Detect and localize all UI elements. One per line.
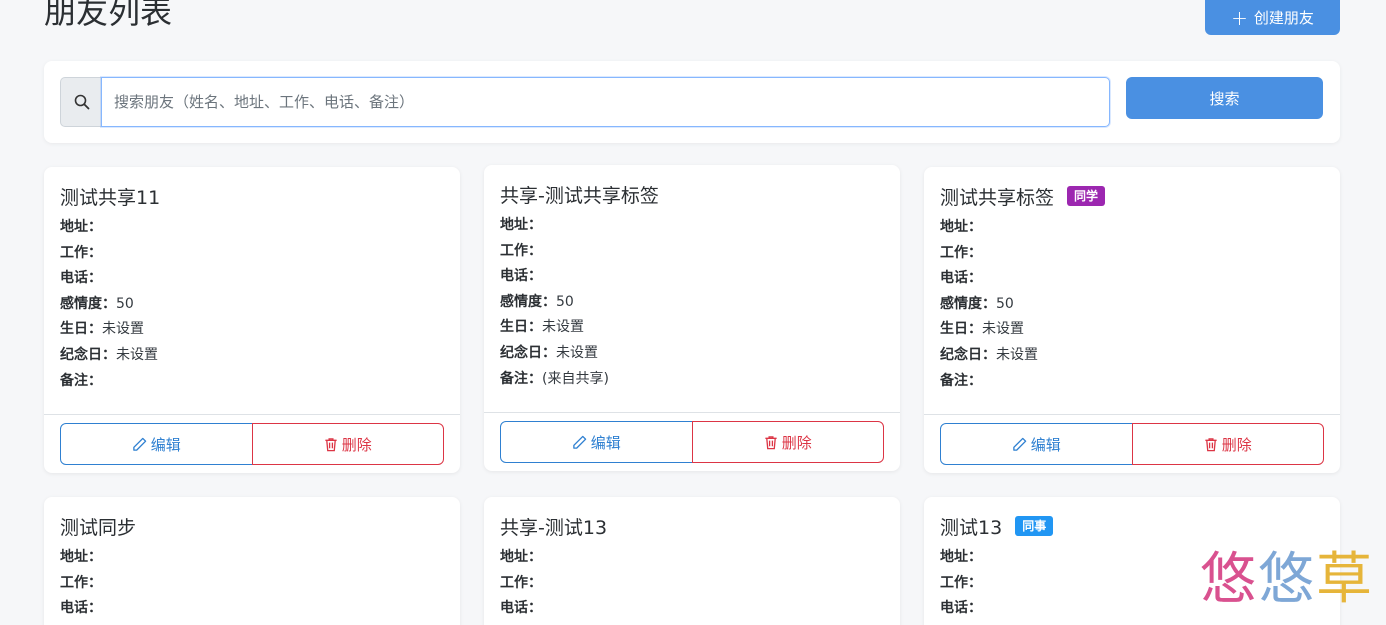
tag-badge: 同学 bbox=[1067, 185, 1106, 207]
watermark-logo: 悠悠草 bbox=[1200, 547, 1374, 612]
field-job: 工作： bbox=[500, 242, 542, 259]
field-anniversary: 纪念日：未设置 bbox=[500, 344, 598, 361]
create-friend-button[interactable]: + 创建朋友 bbox=[1205, 0, 1340, 35]
card-footer: 编辑 删除 bbox=[44, 414, 460, 473]
friend-name: 测试同步 bbox=[60, 516, 137, 539]
search-input[interactable] bbox=[101, 77, 1110, 127]
edit-button[interactable]: 编辑 bbox=[60, 423, 253, 465]
delete-button[interactable]: 删除 bbox=[251, 423, 444, 465]
field-affinity: 感情度：50 bbox=[500, 293, 574, 310]
field-phone: 电话： bbox=[500, 268, 542, 285]
card-footer: 编辑 删除 bbox=[924, 414, 1340, 473]
friend-card: 共享-测试共享标签 地址： 工作： 电话： 感情度：50 生日：未设置 纪念日：… bbox=[484, 165, 900, 471]
friend-card: 测试同步 地址： 工作： 电话： bbox=[44, 497, 460, 625]
friend-name: 测试共享标签 bbox=[940, 186, 1055, 209]
create-friend-label: 创建朋友 bbox=[1253, 9, 1314, 27]
trash-icon bbox=[765, 435, 777, 449]
search-button[interactable]: 搜索 bbox=[1126, 77, 1323, 119]
field-affinity: 感情度：50 bbox=[60, 295, 134, 312]
friend-name: 测试共享11 bbox=[60, 186, 161, 209]
field-notes: 备注：(来自共享) bbox=[500, 370, 609, 387]
edit-button[interactable]: 编辑 bbox=[500, 421, 693, 463]
friend-card: 共享-测试13 地址： 工作： 电话： bbox=[484, 497, 900, 625]
field-birthday: 生日：未设置 bbox=[60, 321, 144, 338]
field-job: 工作： bbox=[60, 244, 102, 261]
field-job: 工作： bbox=[60, 574, 102, 591]
field-birthday: 生日：未设置 bbox=[940, 321, 1024, 338]
pencil-icon bbox=[132, 437, 146, 451]
edit-button[interactable]: 编辑 bbox=[940, 423, 1133, 465]
friend-name: 共享-测试13 bbox=[500, 516, 608, 539]
field-address: 地址： bbox=[60, 549, 102, 565]
page: 朋友列表 + 创建朋友 搜索 测试共享11 地址： 工作： 电话： 感情度：50… bbox=[0, 0, 1386, 625]
friend-card: 测试共享11 地址： 工作： 电话： 感情度：50 生日：未设置 纪念日：未设置… bbox=[44, 167, 460, 473]
plus-icon: + bbox=[1231, 5, 1248, 30]
friend-name: 共享-测试共享标签 bbox=[500, 184, 659, 207]
tag-badge: 同事 bbox=[1015, 515, 1054, 537]
friend-card: 测试共享标签 同学 地址： 工作： 电话： 感情度：50 生日：未设置 纪念日：… bbox=[924, 167, 1340, 473]
field-address: 地址： bbox=[500, 217, 542, 233]
field-phone: 电话： bbox=[60, 270, 102, 287]
search-icon bbox=[60, 77, 102, 127]
field-address: 地址： bbox=[60, 219, 102, 235]
field-birthday: 生日：未设置 bbox=[500, 319, 584, 336]
field-job: 工作： bbox=[940, 244, 982, 261]
field-affinity: 感情度：50 bbox=[940, 295, 1014, 312]
field-notes: 备注： bbox=[60, 372, 102, 389]
page-title: 朋友列表 bbox=[44, 0, 173, 31]
trash-icon bbox=[325, 437, 337, 451]
pencil-icon bbox=[572, 435, 586, 449]
pencil-icon bbox=[1012, 437, 1026, 451]
field-anniversary: 纪念日：未设置 bbox=[940, 346, 1038, 363]
trash-icon bbox=[1205, 437, 1217, 451]
field-phone: 电话： bbox=[60, 600, 102, 617]
field-address: 地址： bbox=[940, 219, 982, 235]
friend-name: 测试13 bbox=[940, 516, 1003, 539]
field-phone: 电话： bbox=[940, 270, 982, 287]
field-phone: 电话： bbox=[500, 600, 542, 617]
field-anniversary: 纪念日：未设置 bbox=[60, 346, 158, 363]
search-bar: 搜索 bbox=[44, 61, 1340, 143]
card-footer: 编辑 删除 bbox=[484, 412, 900, 471]
delete-button[interactable]: 删除 bbox=[1131, 423, 1324, 465]
field-address: 地址： bbox=[500, 549, 542, 565]
delete-button[interactable]: 删除 bbox=[691, 421, 884, 463]
field-job: 工作： bbox=[500, 574, 542, 591]
field-notes: 备注： bbox=[940, 372, 982, 389]
